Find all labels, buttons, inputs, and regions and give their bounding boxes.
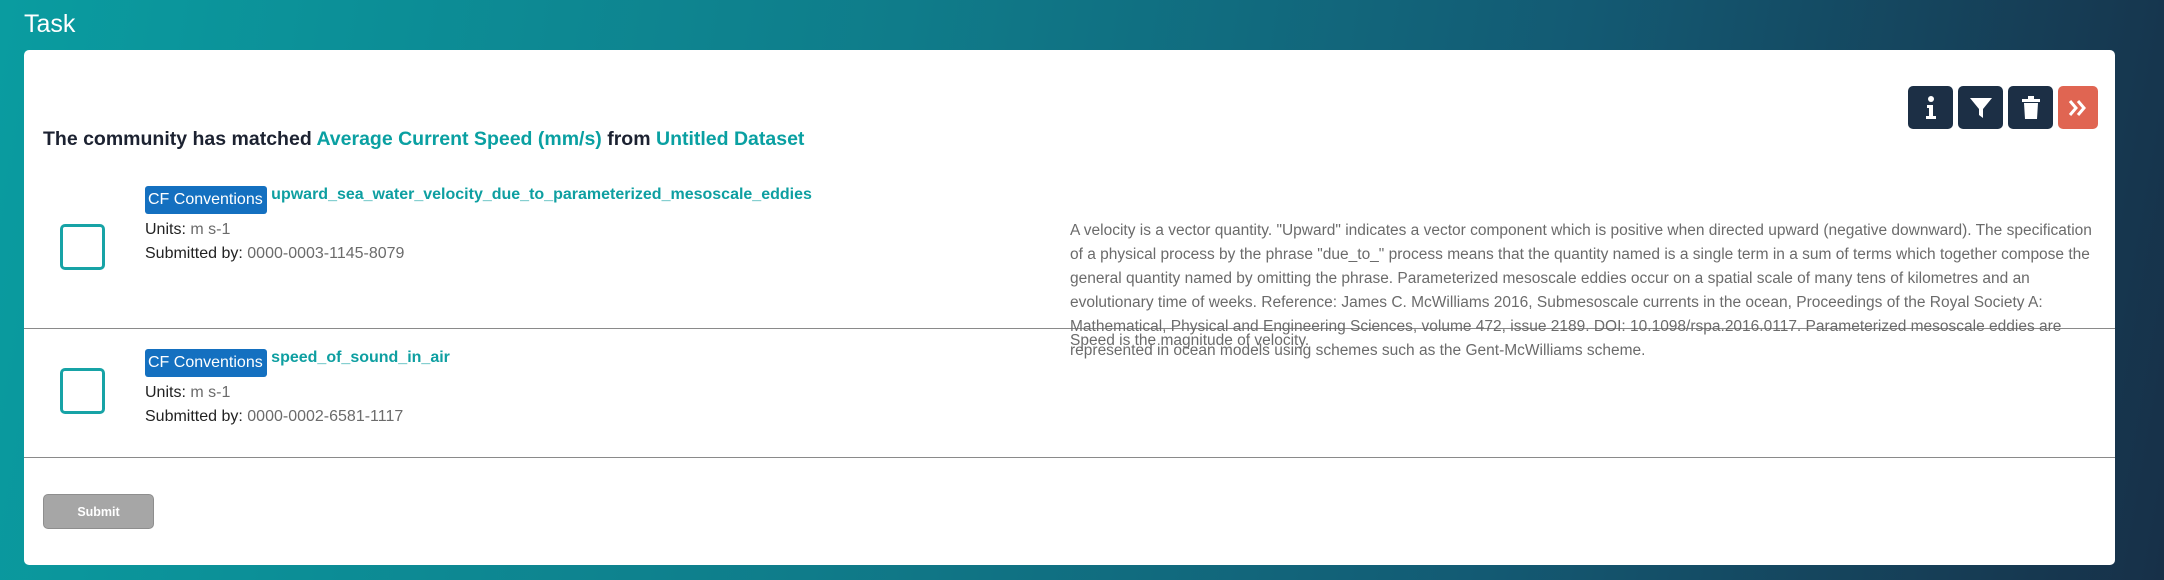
units-label: Units: bbox=[145, 384, 186, 401]
units-label: Units: bbox=[145, 221, 186, 238]
vocabulary-badge: CF Conventions bbox=[145, 186, 267, 214]
trash-icon bbox=[2021, 95, 2040, 119]
match-checkbox[interactable] bbox=[60, 368, 105, 414]
delete-button[interactable] bbox=[2008, 86, 2053, 129]
info-button[interactable] bbox=[1908, 86, 1953, 129]
units-line: Units: m s-1 bbox=[145, 218, 812, 242]
filter-icon bbox=[1969, 97, 1992, 118]
heading-prefix: The community has matched bbox=[43, 128, 312, 150]
units-value: m s-1 bbox=[190, 221, 231, 238]
match-checkbox[interactable] bbox=[60, 224, 105, 270]
term-description: Speed is the magnitude of velocity. bbox=[1070, 332, 1310, 349]
filter-button[interactable] bbox=[1958, 86, 2003, 129]
task-card: The community has matched Average Curren… bbox=[24, 50, 2115, 565]
units-line: Units: m s-1 bbox=[145, 381, 450, 405]
toolbar bbox=[1908, 86, 2098, 129]
units-value: m s-1 bbox=[190, 384, 231, 401]
submitted-value: 0000-0003-1145-8079 bbox=[247, 245, 405, 262]
submit-button[interactable]: Submit bbox=[43, 494, 154, 529]
term-name-link[interactable]: upward_sea_water_velocity_due_to_paramet… bbox=[271, 186, 812, 203]
match-heading: The community has matched Average Curren… bbox=[43, 128, 804, 151]
matched-variable: Average Current Speed (mm/s) bbox=[316, 128, 602, 150]
term-info: CF Conventions speed_of_sound_in_air Uni… bbox=[145, 349, 450, 429]
next-button[interactable] bbox=[2058, 86, 2098, 129]
submitted-label: Submitted by: bbox=[145, 408, 243, 425]
page-title: Task bbox=[24, 10, 76, 38]
double-chevron-right-icon bbox=[2068, 99, 2086, 116]
submitted-label: Submitted by: bbox=[145, 245, 243, 262]
submitted-value: 0000-0002-6581-1117 bbox=[247, 408, 404, 425]
heading-middle: from bbox=[607, 128, 651, 150]
match-row: CF Conventions upward_sea_water_velocity… bbox=[24, 166, 2115, 359]
info-icon bbox=[1925, 95, 1936, 119]
dataset-name: Untitled Dataset bbox=[655, 128, 805, 150]
term-info: CF Conventions upward_sea_water_velocity… bbox=[145, 186, 812, 266]
vocabulary-badge: CF Conventions bbox=[145, 349, 267, 377]
term-name-link[interactable]: speed_of_sound_in_air bbox=[271, 349, 450, 366]
submitted-line: Submitted by: 0000-0002-6581-1117 bbox=[145, 405, 450, 429]
match-row: CF Conventions speed_of_sound_in_air Uni… bbox=[24, 329, 2115, 458]
submitted-line: Submitted by: 0000-0003-1145-8079 bbox=[145, 242, 812, 266]
